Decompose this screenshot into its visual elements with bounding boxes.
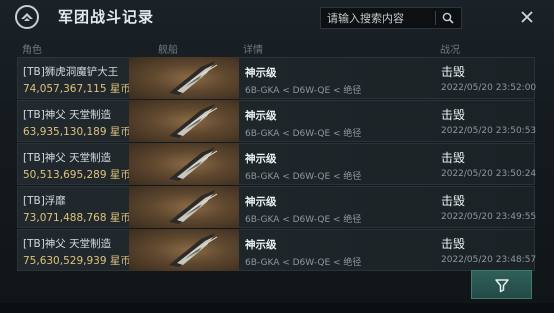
table-row[interactable]: [TB]狮虎洞魔铲大王 74,057,367,115 星币 神示级 6B-GKA…: [17, 57, 537, 99]
filter-icon: [494, 278, 509, 292]
column-header-ship: 舰船: [158, 45, 178, 56]
search-box: [320, 7, 462, 29]
ship-thumbnail: [129, 229, 239, 271]
ship-thumbnail: [129, 100, 239, 142]
footer-strip: [0, 303, 554, 313]
column-header-role: 角色: [22, 45, 42, 56]
table-row[interactable]: [TB]浮靡 73,071,488,768 星币 神示级 6B-GKA < D6…: [17, 186, 537, 228]
filter-button[interactable]: [471, 270, 532, 299]
search-divider: [435, 11, 436, 25]
battle-time: 2022/05/20 23:50:53: [441, 126, 537, 136]
battle-time: 2022/05/20 23:50:24: [441, 169, 537, 179]
loss-value: 74,057,367,115 星币: [23, 83, 131, 95]
location-route: 6B-GKA < D6W-QE < 绝径: [245, 215, 362, 225]
character-name: [TB]浮靡: [23, 195, 66, 207]
loss-value: 50,513,695,289 星币: [23, 169, 131, 181]
table-row[interactable]: [TB]神父 天堂制造 50,513,695,289 星币 神示级 6B-GKA…: [17, 143, 537, 185]
close-icon[interactable]: [517, 7, 537, 27]
character-name: [TB]神父 天堂制造: [23, 109, 112, 121]
location-route: 6B-GKA < D6W-QE < 绝径: [245, 86, 362, 96]
ship-thumbnail: [129, 57, 239, 99]
battle-status: 击毁: [441, 194, 466, 208]
battle-record-window: 军团战斗记录 角色 舰船 详情 战况 [TB]狮虎洞魔铲大王 74,057,36…: [0, 0, 554, 313]
battle-status: 击毁: [441, 65, 466, 79]
character-name: [TB]狮虎洞魔铲大王: [23, 66, 119, 78]
header: 军团战斗记录: [0, 0, 554, 34]
search-icon[interactable]: [439, 9, 457, 27]
battle-status: 击毁: [441, 151, 466, 165]
battle-time: 2022/05/20 23:49:55: [441, 212, 537, 222]
ship-class: 神示级: [245, 153, 277, 165]
character-name: [TB]神父 天堂制造: [23, 152, 112, 164]
loss-value: 73,071,488,768 星币: [23, 212, 131, 224]
search-input[interactable]: [327, 11, 433, 26]
location-route: 6B-GKA < D6W-QE < 绝径: [245, 129, 362, 139]
ship-class: 神示级: [245, 239, 277, 251]
ship-class: 神示级: [245, 110, 277, 122]
ship-class: 神示级: [245, 196, 277, 208]
loss-value: 75,630,529,939 星币: [23, 255, 131, 267]
battle-status: 击毁: [441, 108, 466, 122]
ship-thumbnail: [129, 143, 239, 185]
battle-time: 2022/05/20 23:48:57: [441, 255, 537, 265]
battle-status: 击毁: [441, 237, 466, 251]
table-row[interactable]: [TB]神父 天堂制造 75,630,529,939 星币 神示级 6B-GKA…: [17, 229, 537, 271]
column-header-status: 战况: [440, 45, 460, 56]
loss-value: 63,935,130,189 星币: [23, 126, 131, 138]
character-name: [TB]神父 天堂制造: [23, 238, 112, 250]
table-row[interactable]: [TB]神父 天堂制造 63,935,130,189 星币 神示级 6B-GKA…: [17, 100, 537, 142]
legion-emblem-icon[interactable]: [15, 5, 39, 29]
page-title: 军团战斗记录: [58, 8, 155, 26]
location-route: 6B-GKA < D6W-QE < 绝径: [245, 172, 362, 182]
battle-time: 2022/05/20 23:52:00: [441, 83, 537, 93]
location-route: 6B-GKA < D6W-QE < 绝径: [245, 258, 362, 268]
column-header-detail: 详情: [243, 45, 263, 56]
ship-thumbnail: [129, 186, 239, 228]
ship-class: 神示级: [245, 67, 277, 79]
